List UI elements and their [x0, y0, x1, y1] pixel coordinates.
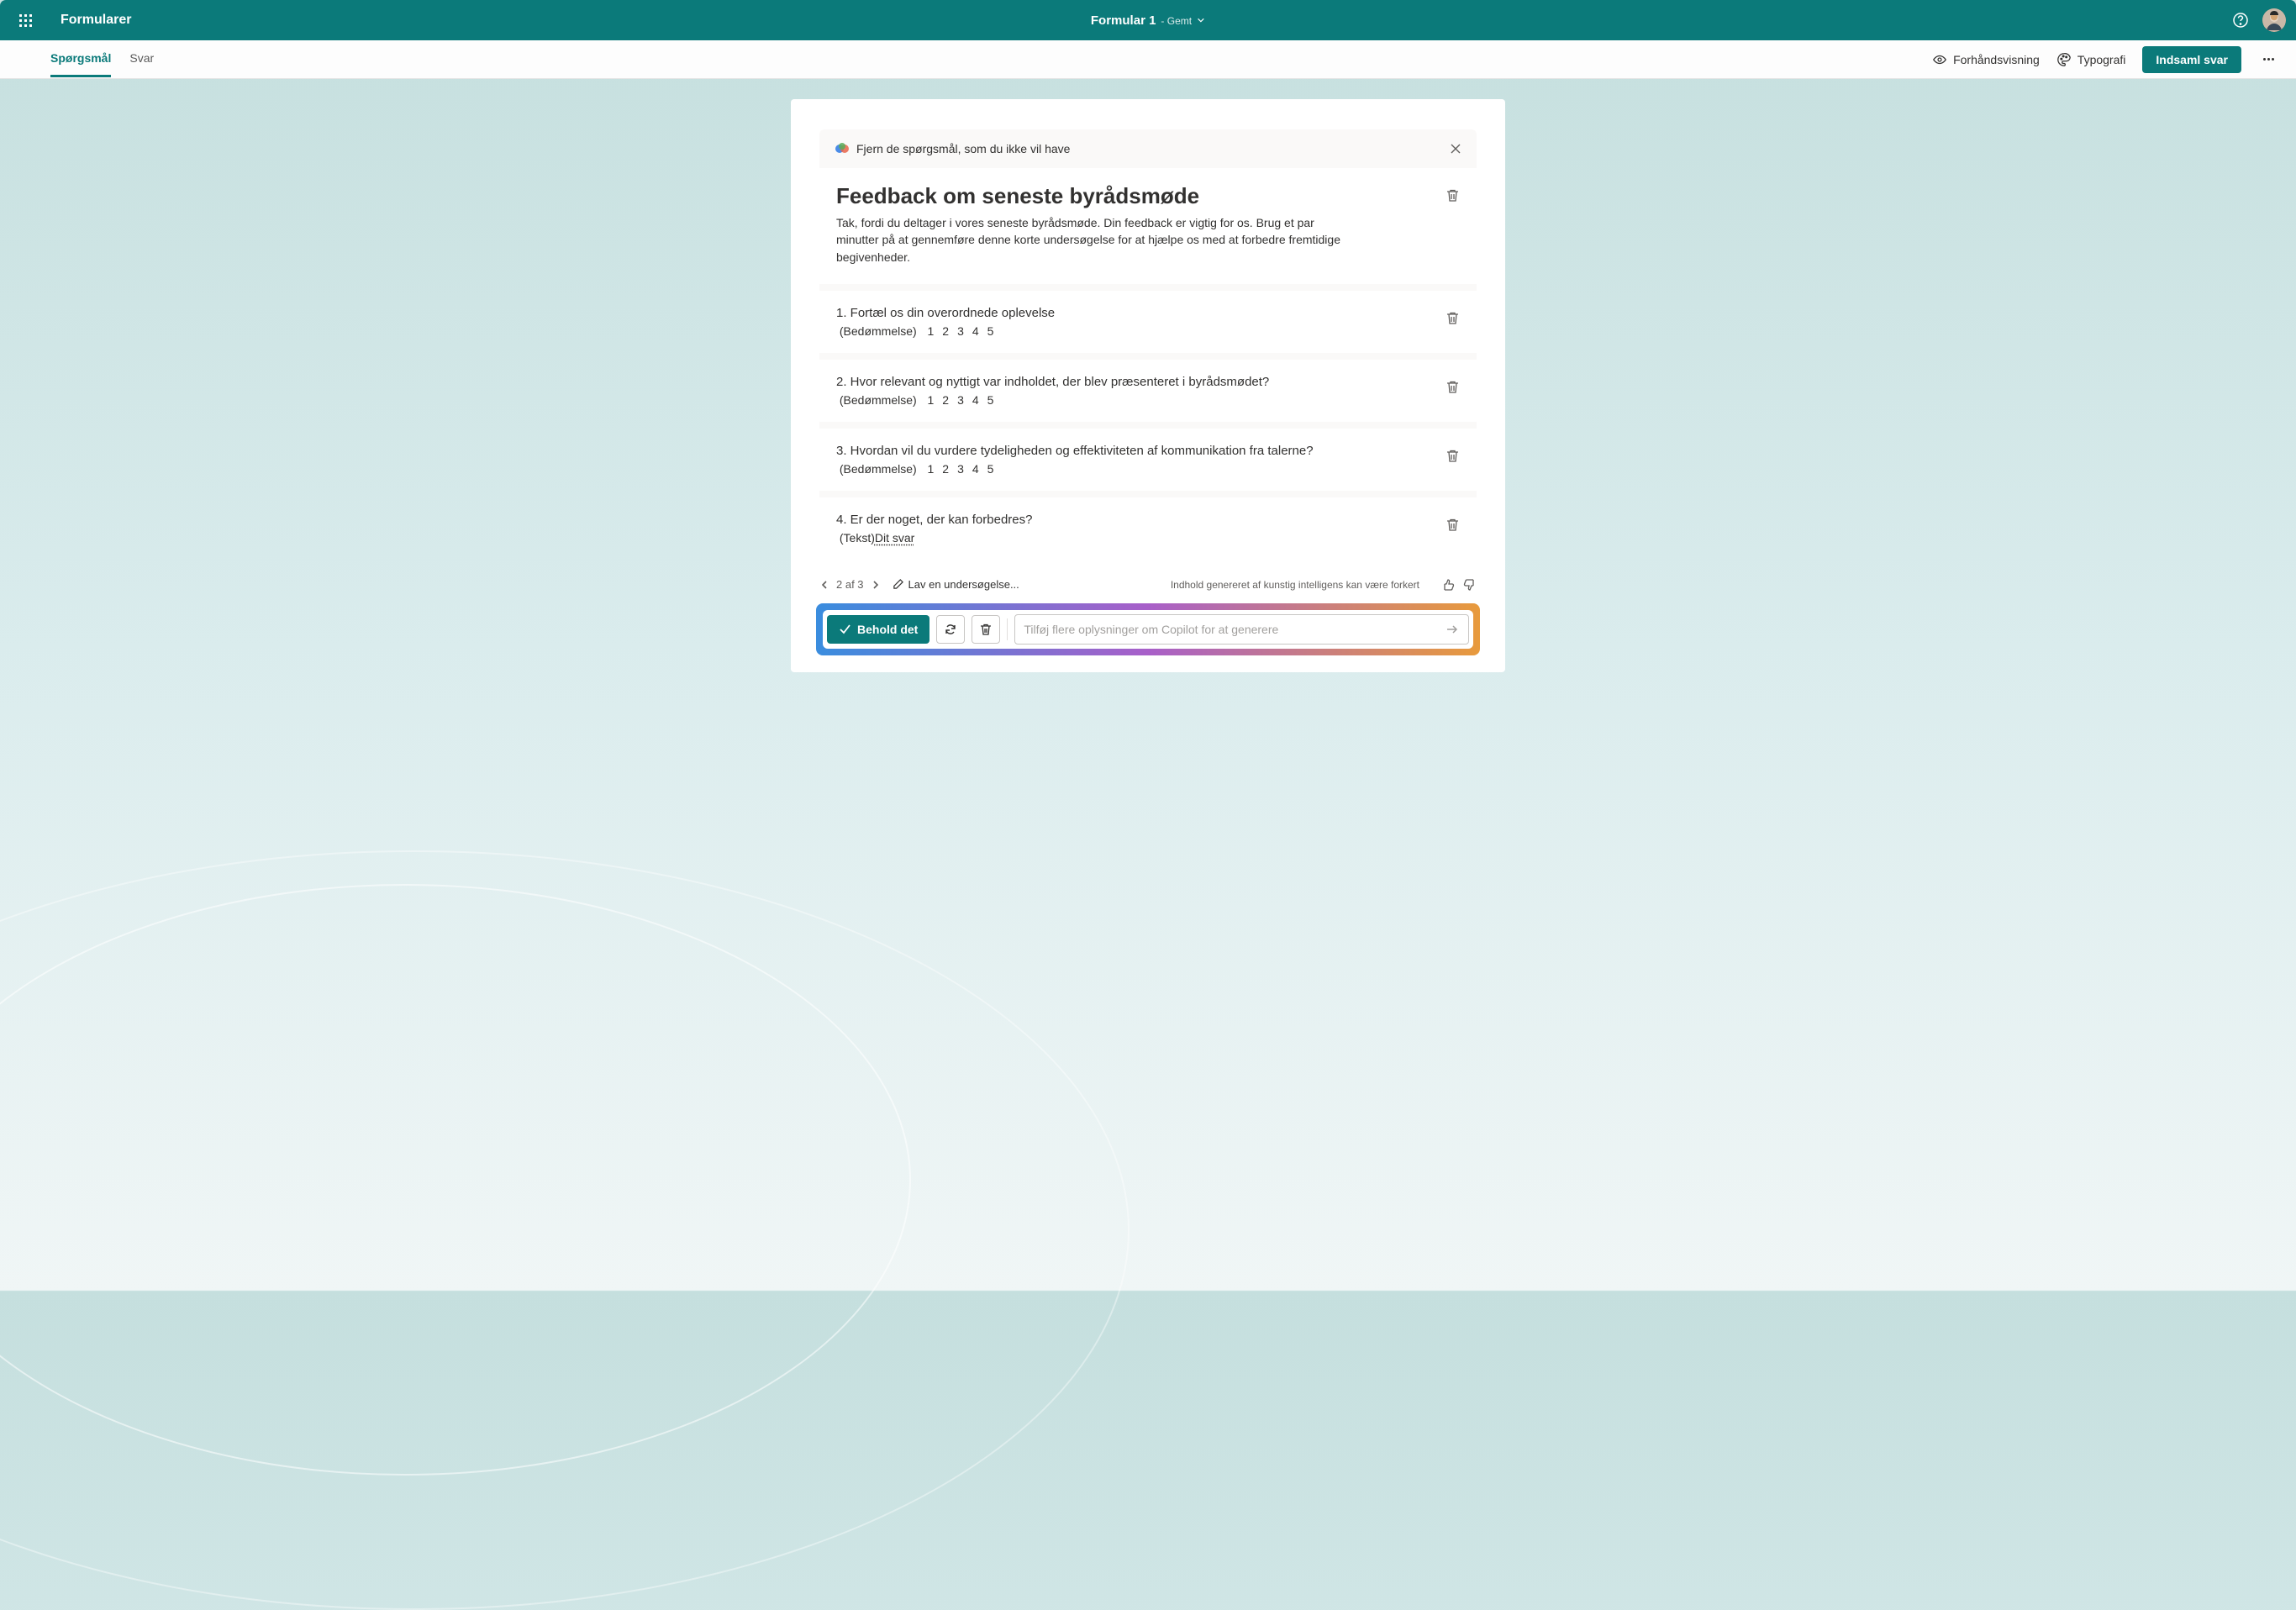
more-button[interactable]: [2258, 53, 2279, 66]
chevron-down-icon: [1197, 16, 1205, 24]
ai-disclaimer: Indhold genereret af kunstig intelligens…: [1171, 579, 1419, 591]
question-text: 2. Hvor relevant og nyttigt var indholde…: [836, 375, 1460, 389]
trash-icon: [979, 623, 993, 636]
preview-button[interactable]: Forhåndsvisning: [1932, 52, 2040, 67]
copilot-action-bar: Behold det: [816, 603, 1480, 655]
copilot-input[interactable]: [1024, 623, 1445, 636]
avatar[interactable]: [2262, 8, 2286, 32]
keep-label: Behold det: [857, 623, 918, 636]
help-icon[interactable]: [2232, 12, 2249, 29]
waffle-icon: [19, 14, 32, 27]
edit-survey-link[interactable]: Lav en undersøgelse...: [893, 578, 1019, 591]
tab-questions[interactable]: Spørgsmål: [50, 41, 111, 77]
next-icon[interactable]: [871, 580, 881, 590]
question-text: 1. Fortæl os din overordnede oplevelse: [836, 306, 1460, 320]
tab-answers[interactable]: Svar: [129, 41, 154, 77]
preview-label: Forhåndsvisning: [1953, 53, 2040, 66]
trash-icon[interactable]: [1446, 188, 1460, 203]
question-card[interactable]: 3. Hvordan vil du vurdere tydeligheden o…: [819, 429, 1477, 491]
saved-status: - Gemt: [1161, 15, 1192, 27]
regenerate-button[interactable]: [936, 615, 965, 644]
form-page: Fjern de spørgsmål, som du ikke vil have…: [791, 99, 1505, 672]
question-meta: (Bedømmelse) 12345: [836, 393, 1460, 407]
question-text: 4. Er der noget, der kan forbedres?: [836, 513, 1460, 527]
trash-icon[interactable]: [1446, 518, 1460, 532]
thumbs-down-icon[interactable]: [1463, 578, 1477, 592]
eye-icon: [1932, 52, 1947, 67]
tabs: Spørgsmål Svar: [50, 41, 154, 77]
separator: [1007, 618, 1008, 640]
question-meta: (Tekst)Dit svar: [836, 531, 1460, 545]
prev-icon[interactable]: [819, 580, 829, 590]
copilot-banner-text: Fjern de spørgsmål, som du ikke vil have: [856, 142, 1443, 155]
copilot-input-wrap: [1014, 614, 1469, 645]
form-title: Formular 1: [1091, 13, 1156, 28]
typography-button[interactable]: Typografi: [2056, 52, 2126, 67]
check-icon: [839, 623, 851, 635]
question-meta: (Bedømmelse) 12345: [836, 324, 1460, 338]
trash-icon[interactable]: [1446, 380, 1460, 394]
discard-button[interactable]: [972, 615, 1000, 644]
form-description: Tak, fordi du deltager i vores seneste b…: [836, 214, 1349, 266]
form-main-title: Feedback om seneste byrådsmøde: [836, 183, 1460, 209]
trash-icon[interactable]: [1446, 311, 1460, 325]
app-name: Formularer: [61, 13, 131, 28]
question-card[interactable]: 4. Er der noget, der kan forbedres? (Tek…: [819, 497, 1477, 560]
copilot-icon: [835, 141, 850, 156]
send-icon[interactable]: [1445, 622, 1460, 637]
topbar: Formularer Formular 1 - Gemt: [0, 0, 2296, 40]
pager-text: 2 af 3: [836, 578, 864, 591]
trash-icon[interactable]: [1446, 449, 1460, 463]
form-title-dropdown[interactable]: Formular 1 - Gemt: [1091, 13, 1205, 28]
question-card[interactable]: 2. Hvor relevant og nyttigt var indholde…: [819, 360, 1477, 422]
copilot-suggestion-card: Fjern de spørgsmål, som du ikke vil have…: [819, 129, 1477, 560]
question-meta: (Bedømmelse) 12345: [836, 462, 1460, 476]
thumbs-up-icon[interactable]: [1441, 578, 1455, 592]
app-launcher-button[interactable]: [10, 5, 40, 35]
question-text: 3. Hvordan vil du vurdere tydeligheden o…: [836, 444, 1460, 458]
keep-it-button[interactable]: Behold det: [827, 615, 929, 644]
answer-placeholder[interactable]: Dit svar: [875, 531, 914, 545]
form-header-block[interactable]: Feedback om seneste byrådsmøde Tak, ford…: [819, 168, 1477, 284]
palette-icon: [2056, 52, 2072, 67]
typography-label: Typografi: [2077, 53, 2126, 66]
pencil-icon: [893, 579, 903, 590]
pager-row: 2 af 3 Lav en undersøgelse... Indhold ge…: [811, 566, 1485, 598]
collect-responses-button[interactable]: Indsaml svar: [2142, 46, 2241, 73]
edit-label: Lav en undersøgelse...: [908, 578, 1019, 591]
question-card[interactable]: 1. Fortæl os din overordnede oplevelse (…: [819, 291, 1477, 353]
close-icon[interactable]: [1450, 143, 1461, 155]
toolbar: Spørgsmål Svar Forhåndsvisning Typografi…: [0, 40, 2296, 79]
refresh-icon: [944, 623, 957, 636]
